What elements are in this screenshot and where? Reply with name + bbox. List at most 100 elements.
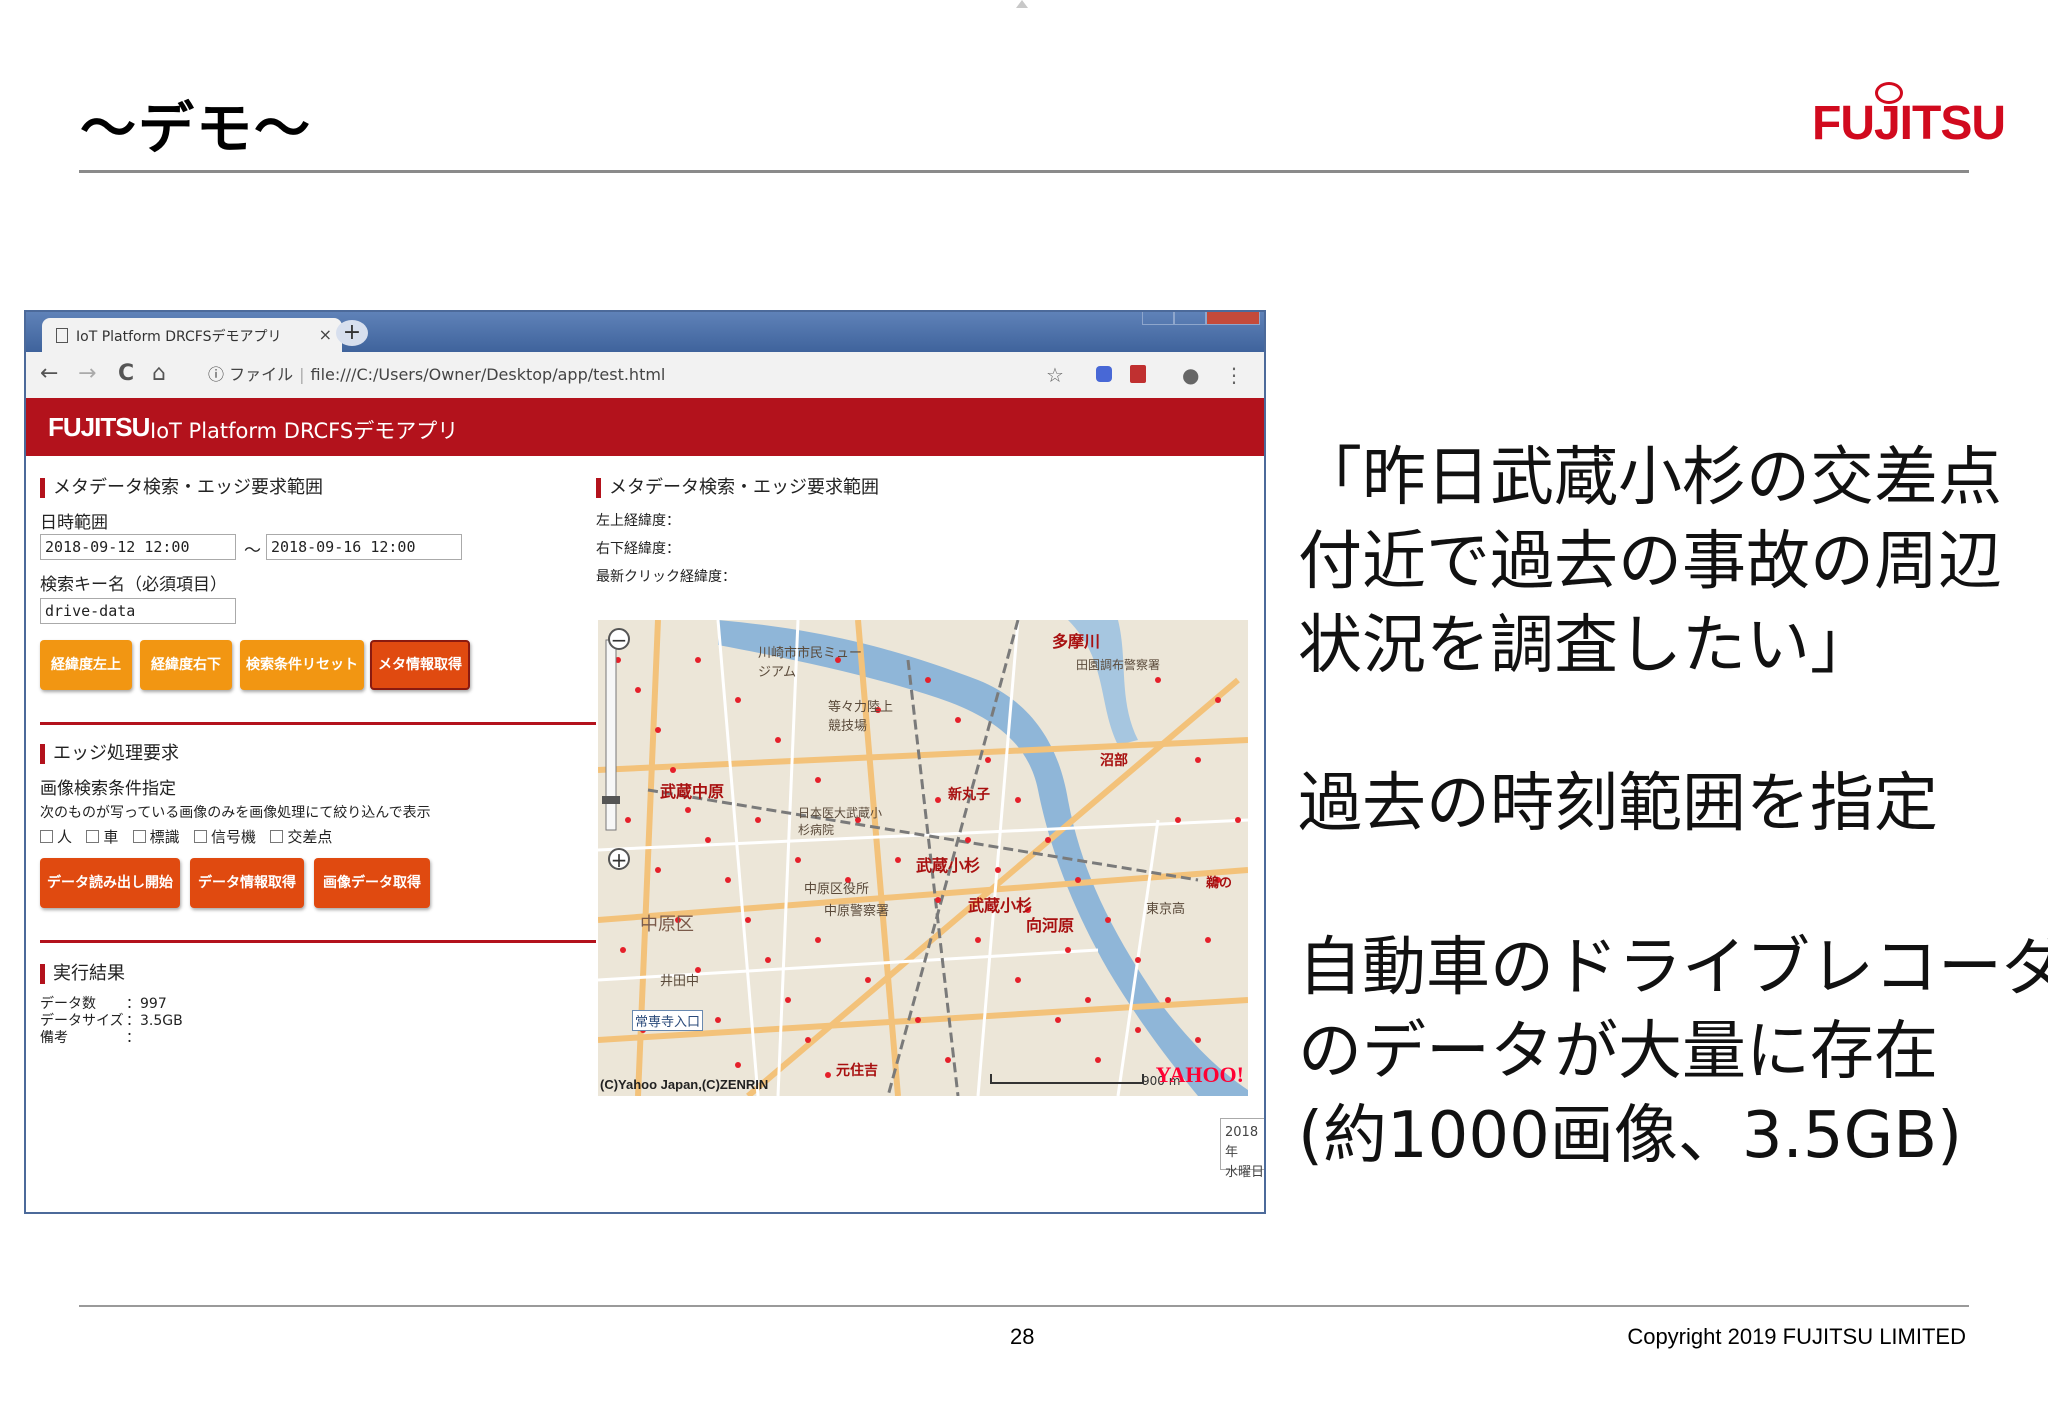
place-label: 井田中 <box>660 974 700 989</box>
place-label: 中原区 <box>640 914 694 935</box>
app-brand-logo: FUJITSU <box>48 412 150 442</box>
last-click-latlng: 最新クリック経緯度： <box>596 569 736 585</box>
fujitsu-logo: FUJITSU <box>1812 82 2006 151</box>
station-label: 多摩川 <box>1052 632 1101 651</box>
footer-rule <box>79 1305 1969 1307</box>
bookmark-star-icon[interactable]: ☆ <box>1046 364 1064 386</box>
url-scheme: ファイル <box>229 365 294 384</box>
browser-window: IoT Platform DRCFSデモアプリ × + ← → C ⌂ ⓘ ファ… <box>24 310 1266 1214</box>
condition-checkboxes: 人 車 標識 信号機 交差点 <box>40 826 332 847</box>
date-from-input[interactable]: 2018-09-12 12:00 <box>40 534 236 560</box>
station-label: 武蔵中原 <box>660 782 725 801</box>
checkbox-person[interactable]: 人 <box>40 828 72 846</box>
checkbox-intersection[interactable]: 交差点 <box>270 828 332 846</box>
upper-left-latlng: 左上経緯度： <box>596 513 680 529</box>
result-row-count: データ数 ：997 <box>40 996 167 1012</box>
address-bar: ← → C ⌂ ⓘ ファイル | file:///C:/Users/Owner/De… <box>26 352 1264 399</box>
lower-right-latlng: 右下経緯度： <box>596 541 680 557</box>
browser-tab[interactable]: IoT Platform DRCFSデモアプリ × <box>42 318 342 352</box>
reload-icon[interactable]: C <box>118 362 134 386</box>
new-tab-button[interactable]: + <box>336 320 368 346</box>
quote-line-2: 付近で過去の事故の周辺 <box>1298 525 2002 599</box>
close-window-button[interactable] <box>1206 312 1260 325</box>
place-label: 日本医大武蔵小杉病院 <box>798 806 883 837</box>
search-key-input[interactable]: drive-data <box>40 598 236 624</box>
page-number: 28 <box>1010 1324 1035 1349</box>
latlng-lower-right-button[interactable]: 経緯度右下 <box>140 640 232 690</box>
app-name: IoT Platform DRCFSデモアプリ <box>150 419 459 443</box>
map-view[interactable]: − + 多摩川 武蔵中原 新丸子 武蔵小杉 武蔵小杉 向河原 沼部 元住吉 鵜の… <box>598 620 1248 1096</box>
get-meta-button[interactable]: メタ情報取得 <box>370 640 470 690</box>
result-section-title: 実行結果 <box>40 964 125 984</box>
latlng-upper-left-button[interactable]: 経緯度左上 <box>40 640 132 690</box>
zoom-out-button[interactable]: − <box>608 628 630 650</box>
reset-search-button[interactable]: 検索条件リセット <box>240 640 364 690</box>
zoom-in-button[interactable]: + <box>608 848 630 870</box>
get-data-info-button[interactable]: データ情報取得 <box>190 858 304 908</box>
tooltip-year: 2018年 <box>1225 1125 1259 1160</box>
place-label: 東京高 <box>1146 902 1186 917</box>
place-label: 中原警察署 <box>824 904 890 919</box>
document-icon <box>56 328 68 343</box>
result-row-size: データサイズ ：3.5GB <box>40 1013 183 1029</box>
map-credit: (C)Yahoo Japan,(C)ZENRIN <box>600 1077 769 1092</box>
url-field[interactable]: ⓘ ファイル | file:///C:/Users/Owner/Desktop/ap… <box>196 359 1096 391</box>
url-text: file:///C:/Users/Owner/Desktop/app/test.… <box>310 365 666 384</box>
station-label: 武蔵小杉 <box>968 896 1033 915</box>
point-data-line-2: のデータが大量に存在 <box>1298 1015 1938 1089</box>
place-label: 中原区役所 <box>804 882 870 897</box>
date-range-separator: ～ <box>244 541 261 561</box>
checkbox-signal[interactable]: 信号機 <box>193 828 256 846</box>
start-data-read-button[interactable]: データ読み出し開始 <box>40 858 180 908</box>
checkbox-car[interactable]: 車 <box>86 828 118 846</box>
menu-icon[interactable]: ⋮ <box>1224 364 1244 386</box>
edge-section-title: エッジ処理要求 <box>40 744 179 764</box>
station-label: 武蔵小杉 <box>916 856 981 875</box>
info-icon[interactable]: ⓘ <box>208 365 224 384</box>
app-header: FUJITSU IoT Platform DRCFSデモアプリ <box>26 398 1264 456</box>
get-image-data-button[interactable]: 画像データ取得 <box>314 858 430 908</box>
map-section-title: メタデータ検索・エッジ要求範囲 <box>596 478 879 498</box>
section-divider <box>40 940 596 943</box>
copyright: Copyright 2019 FUJITSU LIMITED <box>1627 1324 1966 1349</box>
place-label: 等々力陸上競技場 <box>828 700 894 734</box>
point-data-line-1: 自動車のドライブレコーダー <box>1298 931 2048 1005</box>
header-rule <box>79 170 1969 173</box>
home-icon[interactable]: ⌂ <box>152 362 166 386</box>
image-condition-description: 次のものが写っている画像のみを画像処理にて絞り込んで表示 <box>40 805 431 821</box>
tab-title: IoT Platform DRCFSデモアプリ <box>76 329 282 345</box>
slide-scroll-caret <box>1016 0 1028 8</box>
clock-tooltip: 2018年 水曜日 <box>1220 1118 1264 1180</box>
station-label: 元住吉 <box>836 1063 878 1079</box>
search-key-label: 検索キー名（必須項目） <box>40 575 227 595</box>
station-label: 向河原 <box>1026 916 1075 935</box>
station-label: 鵜の <box>1206 876 1233 891</box>
forward-icon[interactable]: → <box>78 362 96 386</box>
date-to-input[interactable]: 2018-09-16 12:00 <box>266 534 462 560</box>
extension-icon[interactable] <box>1096 366 1112 382</box>
image-condition-label: 画像検索条件指定 <box>40 779 176 799</box>
minimize-button[interactable] <box>1142 312 1174 325</box>
date-range-label: 日時範囲 <box>40 513 108 533</box>
place-label: 川崎市市民ミュージアム <box>758 646 863 680</box>
back-icon[interactable]: ← <box>40 362 58 386</box>
quote-line-3: 状況を調査したい」 <box>1298 609 1874 683</box>
point-data-line-3: (約1000画像、3.5GB) <box>1298 1099 1963 1173</box>
section-divider <box>40 722 596 725</box>
checkbox-sign[interactable]: 標識 <box>132 828 180 846</box>
quote-line-1: 「昨日武蔵小杉の交差点 <box>1298 441 2002 515</box>
station-label: 沼部 <box>1100 753 1128 769</box>
result-row-note: 備考： <box>40 1030 140 1046</box>
slide-title: ～デモ～ <box>80 97 312 162</box>
maximize-button[interactable] <box>1174 312 1206 325</box>
tab-close-icon[interactable]: × <box>319 325 332 344</box>
point-time-range: 過去の時刻範囲を指定 <box>1298 767 1938 841</box>
pdf-extension-icon[interactable] <box>1130 365 1146 383</box>
place-label: 田園調布警察署 <box>1076 658 1161 672</box>
station-label: 新丸子 <box>948 787 990 803</box>
map-scale-bar <box>990 1074 1144 1084</box>
tooltip-weekday: 水曜日 <box>1225 1165 1265 1180</box>
place-label: 常専寺入口 <box>632 1010 704 1031</box>
yahoo-logo: YAHOO! <box>1155 1062 1244 1087</box>
account-icon[interactable]: ● <box>1182 364 1199 386</box>
